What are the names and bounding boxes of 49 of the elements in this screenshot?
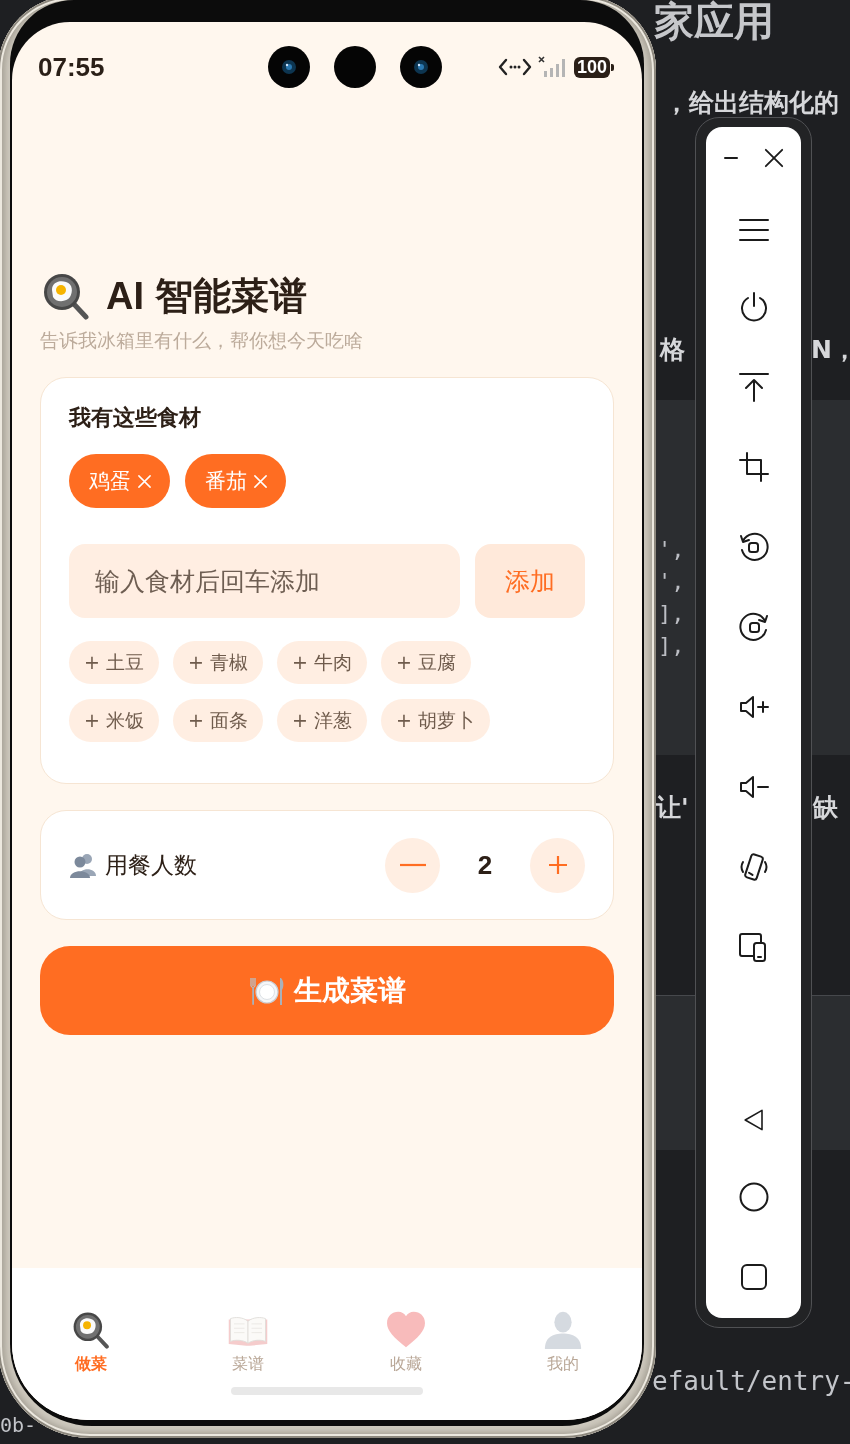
menu-icon[interactable] — [738, 218, 769, 242]
camera-lens-icon — [268, 46, 311, 88]
angle-brackets-icon — [497, 57, 532, 77]
suggestion-chip[interactable]: + 米饭 — [69, 699, 159, 742]
battery-indicator: 100 — [573, 56, 614, 78]
editor-text: N， — [811, 335, 850, 365]
status-time: 07:55 — [38, 51, 105, 83]
suggestion-chip[interactable]: + 土豆 — [69, 641, 159, 684]
ingredient-input[interactable]: 输入食材后回车添加 — [69, 544, 460, 618]
editor-text: ，给出结构化的 — [664, 88, 839, 118]
minimize-icon[interactable] — [723, 156, 738, 160]
arrow-up-to-line-icon[interactable] — [738, 372, 769, 402]
servings-label: 用餐人数 — [105, 850, 197, 880]
editor-text: 缺 — [812, 793, 838, 823]
power-icon[interactable] — [738, 292, 769, 322]
phone-shake-icon[interactable] — [738, 852, 769, 882]
home-icon[interactable] — [738, 1182, 769, 1212]
code-line: ', — [658, 536, 685, 564]
close-icon[interactable] — [763, 148, 784, 168]
code-line: ], — [658, 632, 685, 660]
plus-icon — [548, 856, 567, 874]
devices-icon[interactable] — [738, 932, 769, 962]
code-line: ', — [658, 568, 685, 596]
code-line: ], — [658, 600, 685, 628]
code-line: 0b- — [0, 1413, 37, 1437]
editor-text: 让' — [656, 793, 689, 823]
suggestion-chip[interactable]: + 胡萝卜 — [380, 699, 490, 742]
suggestion-chip[interactable]: + 洋葱 — [276, 699, 367, 742]
signal-icon — [537, 56, 568, 78]
people-icon — [69, 852, 97, 878]
editor-heading: 家应用 — [654, 0, 774, 42]
app-subtitle: 告诉我冰箱里有什么，帮你想今天吃啥 — [40, 328, 364, 352]
suggestion-chip[interactable]: + 豆腐 — [380, 641, 471, 684]
editor-text: 格 — [660, 335, 685, 365]
app-title: AI 智能菜谱 — [106, 274, 307, 319]
camera-lens-icon — [400, 46, 443, 88]
rotate-left-icon[interactable] — [738, 532, 769, 562]
suggestion-chip[interactable]: + 青椒 — [172, 641, 263, 684]
servings-count: 2 — [476, 849, 494, 881]
suggestion-chip[interactable]: + 面条 — [172, 699, 263, 742]
section-heading: 我有这些食材 — [69, 404, 202, 432]
crop-icon[interactable] — [738, 452, 769, 482]
heart-icon — [384, 1311, 427, 1349]
camera-hole-icon — [334, 46, 377, 88]
minus-icon — [399, 863, 426, 867]
frying-pan-icon — [42, 272, 90, 320]
suggestion-chip[interactable]: + 牛肉 — [276, 641, 367, 684]
recents-icon[interactable] — [738, 1262, 769, 1292]
rotate-right-icon[interactable] — [738, 612, 769, 642]
